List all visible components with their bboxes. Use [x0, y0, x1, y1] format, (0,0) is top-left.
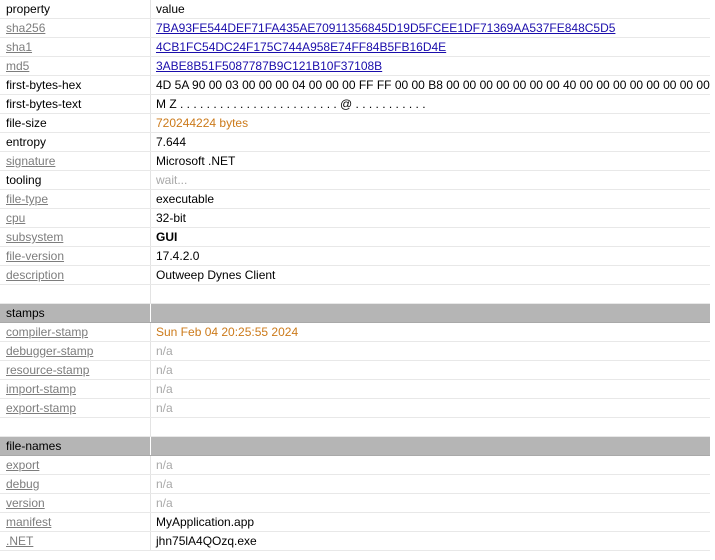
- dotnet-label[interactable]: .NET: [0, 532, 151, 550]
- sha1-value[interactable]: 4CB1FC54DC24F175C744A958E74FF84B5FB16D4E: [151, 38, 710, 56]
- export-stamp-label[interactable]: export-stamp: [0, 399, 151, 417]
- spacer-row: [0, 285, 710, 304]
- row-entropy[interactable]: entropy 7.644: [0, 133, 710, 152]
- sha256-value[interactable]: 7BA93FE544DEF71FA435AE70911356845D19D5FC…: [151, 19, 710, 37]
- subsystem-value: GUI: [156, 230, 178, 244]
- row-version[interactable]: version n/a: [0, 494, 710, 513]
- resource-stamp-label[interactable]: resource-stamp: [0, 361, 151, 379]
- file-size-value: 720244224 bytes: [156, 116, 249, 130]
- description-label[interactable]: description: [0, 266, 151, 284]
- tooling-value: wait...: [156, 173, 188, 187]
- first-bytes-hex-label: first-bytes-hex: [0, 76, 151, 94]
- version-value: n/a: [156, 496, 173, 510]
- row-md5[interactable]: md5 3ABE8B51F5087787B9C121B10F37108B: [0, 57, 710, 76]
- debugger-stamp-label[interactable]: debugger-stamp: [0, 342, 151, 360]
- row-cpu[interactable]: cpu 32-bit: [0, 209, 710, 228]
- row-import-stamp[interactable]: import-stamp n/a: [0, 380, 710, 399]
- debug-label[interactable]: debug: [0, 475, 151, 493]
- row-file-version[interactable]: file-version 17.4.2.0: [0, 247, 710, 266]
- row-tooling[interactable]: tooling wait...: [0, 171, 710, 190]
- resource-stamp-value: n/a: [156, 363, 173, 377]
- dotnet-value: jhn75lA4QOzq.exe: [156, 534, 257, 548]
- signature-label[interactable]: signature: [0, 152, 151, 170]
- md5-label[interactable]: md5: [0, 57, 151, 75]
- section-header-stamps[interactable]: stamps: [0, 304, 710, 323]
- column-header-property[interactable]: property: [0, 0, 151, 18]
- row-export[interactable]: export n/a: [0, 456, 710, 475]
- row-file-size[interactable]: file-size 720244224 bytes: [0, 114, 710, 133]
- cpu-value: 32-bit: [156, 211, 187, 225]
- compiler-stamp-label[interactable]: compiler-stamp: [0, 323, 151, 341]
- row-debug[interactable]: debug n/a: [0, 475, 710, 494]
- sha1-label[interactable]: sha1: [0, 38, 151, 56]
- file-type-label[interactable]: file-type: [0, 190, 151, 208]
- description-value: Outweep Dynes Client: [156, 268, 276, 282]
- entropy-value: 7.644: [156, 135, 187, 149]
- sha256-label[interactable]: sha256: [0, 19, 151, 37]
- file-names-section-title[interactable]: file-names: [0, 437, 151, 455]
- row-signature[interactable]: signature Microsoft .NET: [0, 152, 710, 171]
- row-description[interactable]: description Outweep Dynes Client: [0, 266, 710, 285]
- subsystem-label[interactable]: subsystem: [0, 228, 151, 246]
- first-bytes-text-value: M Z . . . . . . . . . . . . . . . . . . …: [156, 97, 426, 111]
- export-label[interactable]: export: [0, 456, 151, 474]
- import-stamp-value: n/a: [156, 382, 173, 396]
- row-file-type[interactable]: file-type executable: [0, 190, 710, 209]
- header-row: property value: [0, 0, 710, 19]
- first-bytes-hex-value: 4D 5A 90 00 03 00 00 00 04 00 00 00 FF F…: [156, 78, 710, 92]
- row-export-stamp[interactable]: export-stamp n/a: [0, 399, 710, 418]
- version-label[interactable]: version: [0, 494, 151, 512]
- md5-value[interactable]: 3ABE8B51F5087787B9C121B10F37108B: [151, 57, 710, 75]
- section-header-fill: [151, 304, 710, 322]
- row-debugger-stamp[interactable]: debugger-stamp n/a: [0, 342, 710, 361]
- row-manifest[interactable]: manifest MyApplication.app: [0, 513, 710, 532]
- row-first-bytes-hex[interactable]: first-bytes-hex 4D 5A 90 00 03 00 00 00 …: [0, 76, 710, 95]
- manifest-value: MyApplication.app: [156, 515, 255, 529]
- file-version-label[interactable]: file-version: [0, 247, 151, 265]
- file-size-label: file-size: [0, 114, 151, 132]
- debugger-stamp-value: n/a: [156, 344, 173, 358]
- row-dotnet[interactable]: .NET jhn75lA4QOzq.exe: [0, 532, 710, 551]
- import-stamp-label[interactable]: import-stamp: [0, 380, 151, 398]
- file-version-value: 17.4.2.0: [156, 249, 200, 263]
- spacer-cell: [0, 285, 151, 303]
- row-sha256[interactable]: sha256 7BA93FE544DEF71FA435AE70911356845…: [0, 19, 710, 38]
- entropy-label: entropy: [0, 133, 151, 151]
- spacer-row: [0, 418, 710, 437]
- properties-grid: property value sha256 7BA93FE544DEF71FA4…: [0, 0, 710, 551]
- spacer-cell: [151, 285, 710, 303]
- row-sha1[interactable]: sha1 4CB1FC54DC24F175C744A958E74FF84B5FB…: [0, 38, 710, 57]
- spacer-cell: [151, 418, 710, 436]
- row-subsystem[interactable]: subsystem GUI: [0, 228, 710, 247]
- signature-value: Microsoft .NET: [156, 154, 236, 168]
- section-header-fill: [151, 437, 710, 455]
- first-bytes-text-label: first-bytes-text: [0, 95, 151, 113]
- compiler-stamp-value: Sun Feb 04 20:25:55 2024: [156, 325, 299, 339]
- file-type-value: executable: [156, 192, 215, 206]
- tooling-label: tooling: [0, 171, 151, 189]
- export-value: n/a: [156, 458, 173, 472]
- section-header-file-names[interactable]: file-names: [0, 437, 710, 456]
- debug-value: n/a: [156, 477, 173, 491]
- row-first-bytes-text[interactable]: first-bytes-text M Z . . . . . . . . . .…: [0, 95, 710, 114]
- stamps-section-title[interactable]: stamps: [0, 304, 151, 322]
- spacer-cell: [0, 418, 151, 436]
- export-stamp-value: n/a: [156, 401, 173, 415]
- row-compiler-stamp[interactable]: compiler-stamp Sun Feb 04 20:25:55 2024: [0, 323, 710, 342]
- cpu-label[interactable]: cpu: [0, 209, 151, 227]
- manifest-label[interactable]: manifest: [0, 513, 151, 531]
- row-resource-stamp[interactable]: resource-stamp n/a: [0, 361, 710, 380]
- column-header-value[interactable]: value: [151, 0, 710, 18]
